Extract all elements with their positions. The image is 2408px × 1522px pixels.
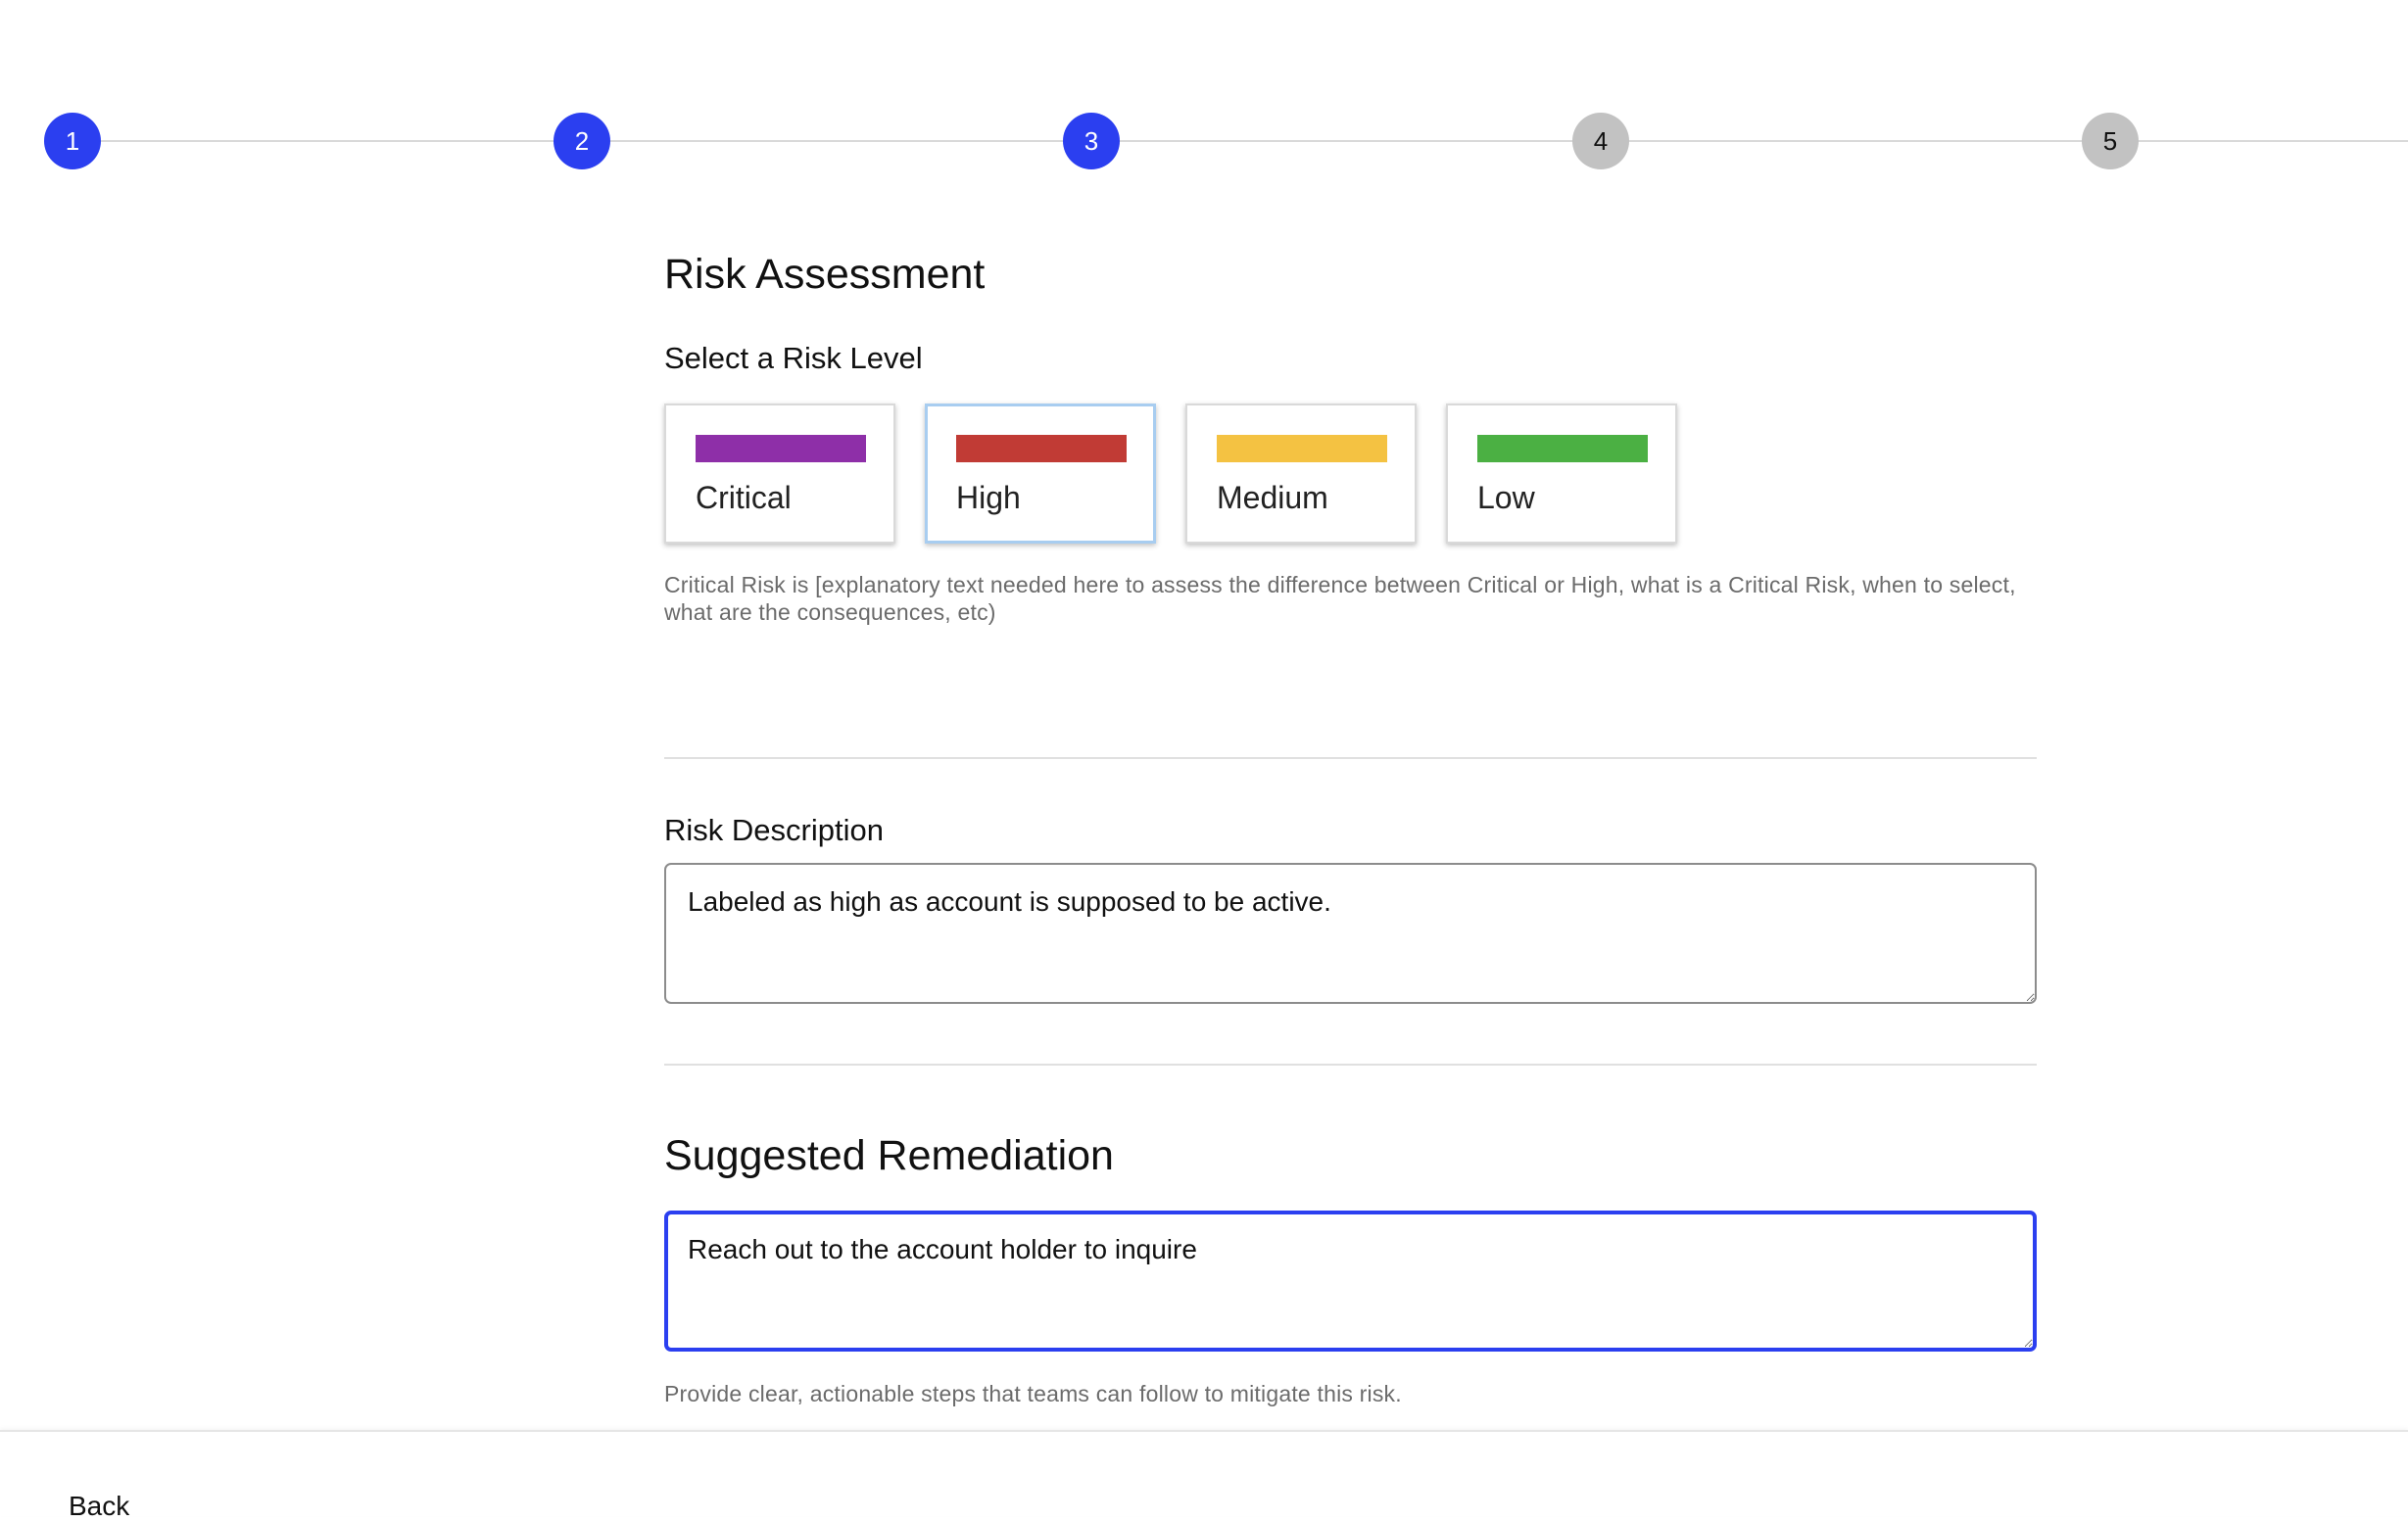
risk-level-label: Select a Risk Level xyxy=(664,341,923,375)
risk-option-low[interactable]: Low xyxy=(1446,404,1677,544)
risk-option-label: High xyxy=(956,480,1021,515)
remediation-textarea[interactable]: Reach out to the account holder to inqui… xyxy=(664,1211,2037,1352)
remediation-title: Suggested Remediation xyxy=(664,1132,1114,1179)
risk-option-critical[interactable]: Critical xyxy=(664,404,895,544)
back-button[interactable]: Back xyxy=(69,1491,129,1522)
risk-level-options: Critical High Medium Low xyxy=(664,404,1677,544)
remediation-helper-text: Provide clear, actionable steps that tea… xyxy=(664,1381,1402,1406)
step-4[interactable]: 4 xyxy=(1572,113,1629,169)
section-divider xyxy=(664,1064,2037,1066)
section-divider xyxy=(664,757,2037,759)
stepper-track xyxy=(72,140,2408,142)
risk-description-textarea[interactable]: Labeled as high as account is supposed t… xyxy=(664,863,2037,1004)
risk-option-medium[interactable]: Medium xyxy=(1185,404,1417,544)
critical-color-swatch xyxy=(696,435,866,462)
step-1[interactable]: 1 xyxy=(44,113,101,169)
page-title: Risk Assessment xyxy=(664,251,986,298)
risk-option-label: Low xyxy=(1477,480,1535,515)
risk-option-high[interactable]: High xyxy=(925,404,1156,544)
step-2[interactable]: 2 xyxy=(554,113,610,169)
high-color-swatch xyxy=(956,435,1127,462)
risk-option-label: Critical xyxy=(696,480,792,515)
risk-level-helper-text: Critical Risk is [explanatory text neede… xyxy=(664,572,2016,625)
low-color-swatch xyxy=(1477,435,1648,462)
medium-color-swatch xyxy=(1217,435,1387,462)
footer-bar: Back xyxy=(0,1430,2408,1521)
step-5[interactable]: 5 xyxy=(2082,113,2139,169)
risk-description-label: Risk Description xyxy=(664,813,884,847)
step-3[interactable]: 3 xyxy=(1063,113,1120,169)
risk-option-label: Medium xyxy=(1217,480,1328,515)
progress-stepper: 1 2 3 4 5 xyxy=(0,113,2408,171)
